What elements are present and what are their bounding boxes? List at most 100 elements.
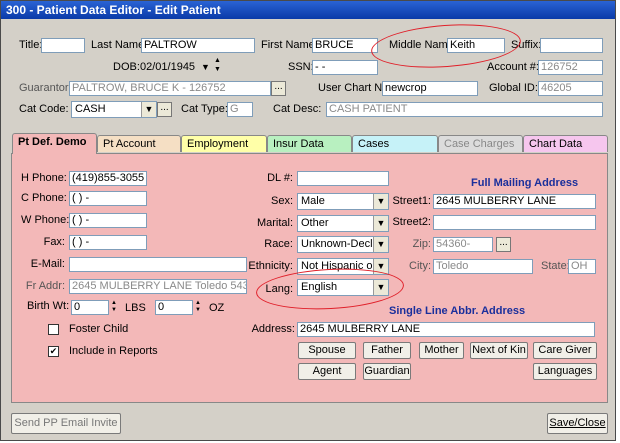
guardian-button[interactable]: Guardian bbox=[363, 363, 411, 380]
patient-data-editor-window: 300 - Patient Data Editor - Edit Patient… bbox=[0, 0, 616, 441]
account-label: Account #: bbox=[487, 61, 539, 73]
sex-label: Sex: bbox=[270, 195, 293, 207]
middle-name-field[interactable]: Keith bbox=[447, 38, 505, 53]
dob-dropdown-icon[interactable]: ▼ bbox=[201, 60, 210, 75]
tab-case-charges[interactable]: Case Charges bbox=[438, 135, 523, 152]
dob-spin-down-icon[interactable]: ▼ bbox=[214, 65, 221, 74]
foster-child-checkbox[interactable] bbox=[48, 324, 59, 335]
tab-pt-account[interactable]: Pt Account bbox=[97, 135, 181, 152]
address-label: Address: bbox=[251, 323, 295, 335]
next-of-kin-button[interactable]: Next of Kin bbox=[470, 342, 528, 359]
lang-select[interactable]: English ▼ bbox=[297, 279, 389, 296]
oz-label: OZ bbox=[209, 302, 225, 314]
first-name-label: First Name: bbox=[261, 39, 318, 51]
save-close-button[interactable]: Save/Close bbox=[547, 413, 608, 434]
zip-field: 54360- bbox=[433, 237, 493, 252]
tab-cases[interactable]: Cases bbox=[352, 135, 438, 152]
dl-label: DL #: bbox=[267, 172, 293, 184]
guarantor-label: Guarantor: bbox=[19, 82, 72, 94]
sex-select[interactable]: Male ▼ bbox=[297, 193, 389, 210]
street2-field[interactable] bbox=[433, 215, 596, 230]
sex-value: Male bbox=[301, 195, 325, 207]
race-dropdown-icon[interactable]: ▼ bbox=[373, 237, 388, 252]
marital-dropdown-icon[interactable]: ▼ bbox=[373, 216, 388, 231]
ethnicity-dropdown-icon[interactable]: ▼ bbox=[373, 259, 388, 274]
cat-code-label: Cat Code: bbox=[19, 103, 69, 115]
tab-insur-data[interactable]: Insur Data bbox=[267, 135, 352, 152]
race-value: Unknown-Declin bbox=[301, 238, 382, 250]
first-name-field[interactable]: BRUCE bbox=[312, 38, 378, 53]
lang-value: English bbox=[301, 281, 338, 293]
dob-label: DOB: bbox=[113, 61, 140, 73]
birth-wt-oz-spinner-icon[interactable]: ▲ ▼ bbox=[193, 300, 203, 315]
street1-label: Street1: bbox=[392, 195, 431, 207]
title-label: Title: bbox=[19, 39, 43, 51]
birth-wt-lbs-field[interactable]: 0 bbox=[71, 300, 109, 315]
cat-type-field: G bbox=[227, 102, 253, 117]
email-field[interactable] bbox=[69, 257, 247, 272]
cat-desc-label: Cat Desc: bbox=[273, 103, 322, 115]
tab-chart-data[interactable]: Chart Data bbox=[523, 135, 608, 152]
fr-addr-field: 2645 MULBERRY LANE Toledo 54360 bbox=[69, 279, 247, 294]
agent-button[interactable]: Agent bbox=[298, 363, 356, 380]
dl-field[interactable] bbox=[297, 171, 389, 186]
state-label: State: bbox=[541, 260, 570, 272]
suffix-field[interactable] bbox=[540, 38, 603, 53]
cat-code-dropdown-icon[interactable]: ▼ bbox=[141, 102, 156, 117]
languages-button[interactable]: Languages bbox=[533, 363, 597, 380]
c-phone-label: C Phone: bbox=[21, 192, 67, 204]
window-title: 300 - Patient Data Editor - Edit Patient bbox=[1, 1, 615, 19]
marital-label: Marital: bbox=[256, 217, 293, 229]
dob-spin-up-icon[interactable]: ▲ bbox=[214, 56, 221, 65]
global-id-label: Global ID: bbox=[489, 82, 538, 94]
guarantor-field: PALTROW, BRUCE K - 126752 bbox=[69, 81, 271, 96]
suffix-label: Suffix: bbox=[511, 39, 542, 51]
city-label: City: bbox=[409, 260, 431, 272]
lang-label: Lang: bbox=[265, 283, 293, 295]
dob-field[interactable]: 02/01/1945 bbox=[140, 60, 195, 75]
ssn-field[interactable]: - - bbox=[312, 60, 378, 75]
street2-label: Street2: bbox=[392, 216, 431, 228]
single-line-address-header: Single Line Abbr. Address bbox=[389, 305, 526, 317]
h-phone-field[interactable]: (419)855-3055 bbox=[69, 171, 147, 186]
ethnicity-select[interactable]: Not Hispanic or L ▼ bbox=[297, 258, 389, 275]
zip-lookup-button[interactable]: ... bbox=[496, 237, 511, 252]
h-phone-label: H Phone: bbox=[21, 172, 67, 184]
c-phone-field[interactable]: ( ) - bbox=[69, 191, 147, 206]
cat-code-lookup-button[interactable]: ... bbox=[157, 102, 172, 117]
last-name-field[interactable]: PALTROW bbox=[141, 38, 255, 53]
cat-code-select[interactable]: CASH ▼ bbox=[71, 101, 157, 118]
include-in-reports-checkbox[interactable]: ✔ bbox=[48, 346, 59, 357]
city-field: Toledo bbox=[433, 259, 533, 274]
cat-type-label: Cat Type: bbox=[181, 103, 228, 115]
fax-field[interactable]: ( ) - bbox=[69, 235, 147, 250]
guarantor-lookup-button[interactable]: ... bbox=[271, 81, 286, 96]
include-in-reports-label: Include in Reports bbox=[69, 345, 158, 357]
tab-employment[interactable]: Employment bbox=[181, 135, 267, 152]
lang-dropdown-icon[interactable]: ▼ bbox=[373, 280, 388, 295]
w-phone-field[interactable]: ( ) - bbox=[69, 213, 147, 228]
sex-dropdown-icon[interactable]: ▼ bbox=[373, 194, 388, 209]
birth-wt-oz-field[interactable]: 0 bbox=[155, 300, 193, 315]
care-giver-button[interactable]: Care Giver bbox=[533, 342, 597, 359]
father-button[interactable]: Father bbox=[363, 342, 411, 359]
title-field[interactable] bbox=[41, 38, 85, 53]
user-chart-field[interactable]: newcrop bbox=[382, 81, 478, 96]
tab-pt-def-demo[interactable]: Pt Def. Demo bbox=[12, 133, 97, 154]
w-phone-label: W Phone: bbox=[21, 214, 70, 226]
marital-select[interactable]: Other ▼ bbox=[297, 215, 389, 232]
lbs-label: LBS bbox=[125, 302, 146, 314]
mother-button[interactable]: Mother bbox=[419, 342, 464, 359]
cat-code-value: CASH bbox=[75, 103, 106, 115]
state-field: OH bbox=[568, 259, 596, 274]
street1-field[interactable]: 2645 MULBERRY LANE bbox=[433, 194, 596, 209]
address-field[interactable]: 2645 MULBERRY LANE bbox=[297, 322, 595, 337]
birth-wt-lbs-spinner-icon[interactable]: ▲ ▼ bbox=[109, 300, 119, 315]
zip-label: Zip: bbox=[412, 238, 431, 250]
full-mailing-address-header: Full Mailing Address bbox=[471, 177, 579, 189]
race-select[interactable]: Unknown-Declin ▼ bbox=[297, 236, 389, 253]
spouse-button[interactable]: Spouse bbox=[298, 342, 356, 359]
send-pp-email-invite-button[interactable]: Send PP Email Invite bbox=[11, 413, 121, 434]
last-name-label: Last Name: bbox=[91, 39, 148, 51]
birth-wt-label: Birth Wt: bbox=[27, 300, 70, 312]
